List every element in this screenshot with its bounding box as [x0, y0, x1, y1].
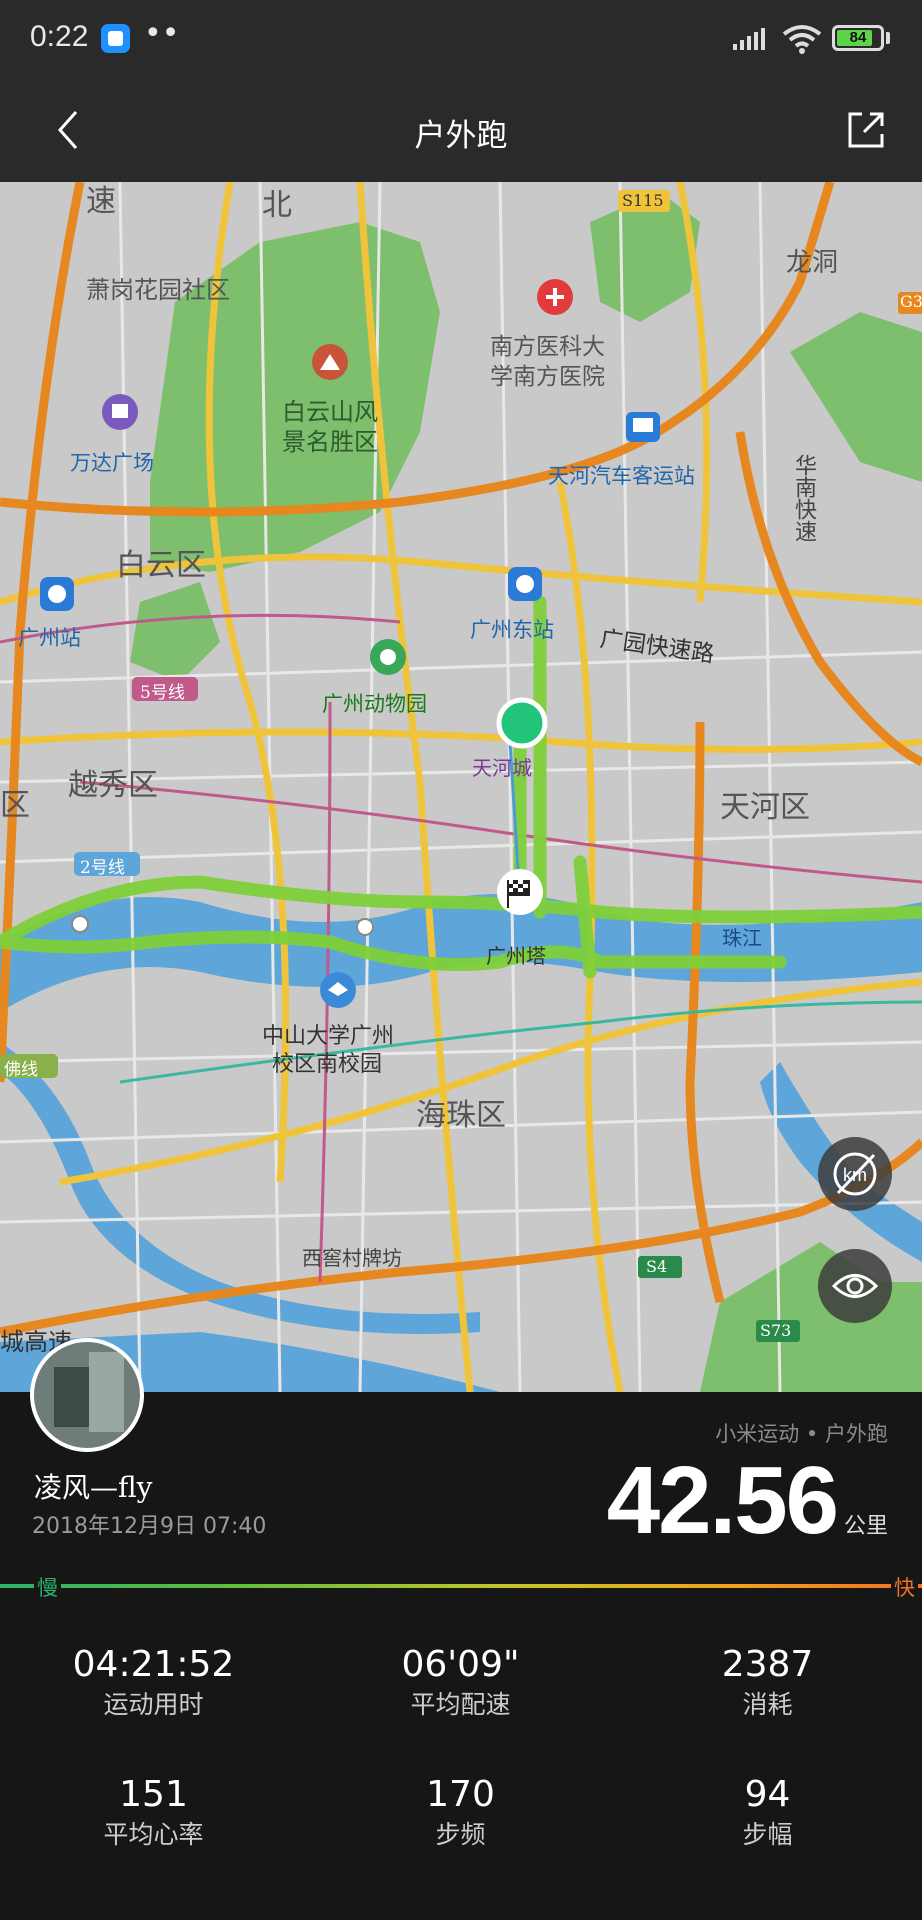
zoo-icon: [370, 639, 406, 675]
map-label: 广州站: [18, 626, 81, 650]
map-label: 速: [86, 184, 116, 219]
map-label: G3: [900, 292, 922, 311]
finish-flag-icon: [497, 869, 543, 915]
wifi-icon: [782, 25, 822, 54]
map-label: 北: [262, 188, 292, 223]
status-bar: 0:22 •• 84: [0, 0, 922, 80]
battery-icon: 84: [832, 25, 884, 51]
stat-label: 步幅: [742, 1820, 793, 1849]
stat-label: 运动用时: [103, 1690, 204, 1719]
stat-duration: 04:21:52 运动用时: [0, 1644, 307, 1721]
bus-station-icon: [626, 412, 660, 442]
stat-value: 151: [119, 1774, 188, 1815]
stat-label: 步频: [435, 1820, 486, 1849]
expressways: [0, 182, 922, 1337]
stat-cadence: 170 步频: [307, 1774, 614, 1851]
map-label: 龙洞: [786, 248, 839, 278]
park-area: [130, 582, 220, 682]
share-button[interactable]: [842, 106, 890, 154]
map-label: 万达广场: [70, 451, 154, 475]
map-label: 华南快速: [791, 454, 816, 542]
map-label: S4: [646, 1257, 668, 1276]
stat-avg-pace: 06'09" 平均配速: [307, 1644, 614, 1721]
username: 凌风—fly: [34, 1471, 153, 1504]
map-label: 西窖村牌坊: [302, 1246, 402, 1270]
app-notification-icon: [101, 24, 130, 53]
route-map[interactable]: 速 北 S115 龙洞 G3 萧岗花园社区 南方医科大 学南方医院 白云山风 景…: [0, 182, 922, 1392]
pace-fast-label: 快: [891, 1572, 918, 1602]
app-header: 户外跑: [0, 80, 922, 182]
stat-label: 平均配速: [410, 1690, 511, 1719]
stat-value: 04:21:52: [72, 1644, 235, 1685]
distance-value: 42.56: [606, 1447, 839, 1554]
map-label: 萧岗花园社区: [86, 276, 230, 304]
status-time: 0:22: [30, 20, 89, 53]
avatar[interactable]: [30, 1338, 144, 1452]
map-label: 广州塔: [486, 944, 546, 968]
map-label: 白云区: [116, 548, 206, 583]
stat-value: 06'09": [401, 1644, 520, 1685]
share-icon: [848, 112, 884, 148]
pace-legend: 慢 快: [0, 1572, 922, 1602]
map-label: 佛线: [4, 1060, 38, 1080]
pace-gradient-bar: [0, 1584, 922, 1588]
eye-icon: [831, 1274, 879, 1298]
stat-value: 170: [426, 1774, 495, 1815]
distance-unit: 公里: [843, 1514, 888, 1539]
start-marker: [496, 697, 548, 749]
activity-source: 小米运动 • 户外跑: [715, 1422, 888, 1446]
mall-icon: [102, 394, 138, 430]
stat-value: 2387: [721, 1644, 814, 1685]
km-toggle-icon: km: [833, 1152, 877, 1196]
map-label: S73: [760, 1321, 792, 1340]
map-label: 广州东站: [470, 618, 554, 642]
map-label: 海珠区: [416, 1098, 506, 1133]
map-label: S115: [622, 191, 664, 210]
status-dots: ••: [144, 16, 180, 51]
km-toggle-button[interactable]: km: [818, 1137, 892, 1211]
pace-slow-label: 慢: [34, 1572, 61, 1602]
scenic-icon: [312, 344, 348, 380]
map-label: 天河汽车客运站: [548, 464, 695, 488]
map-label: 学南方医院: [490, 364, 605, 390]
map-label: 区: [0, 788, 30, 823]
stat-label: 平均心率: [103, 1820, 204, 1849]
railway-icon: [508, 567, 542, 601]
signal-icon: [733, 28, 765, 50]
map-label: 校区南校园: [272, 1052, 383, 1077]
page-title: 户外跑: [414, 118, 508, 154]
map-label: 5号线: [140, 683, 185, 703]
stat-avg-heart-rate: 151 平均心率: [0, 1774, 307, 1851]
map-label: 天河区: [720, 790, 810, 825]
stat-value: 94: [744, 1774, 791, 1815]
map-label: 天河城: [472, 756, 532, 780]
stat-calories: 2387 消耗: [614, 1644, 921, 1721]
battery-text: 84: [849, 29, 867, 46]
railway-icon: [40, 577, 74, 611]
activity-datetime: 2018年12月9日 07:40: [32, 1514, 267, 1539]
map-label: 广州动物园: [322, 692, 427, 716]
stat-stride: 94 步幅: [614, 1774, 921, 1851]
metro-line-teal: [119, 1000, 922, 1084]
map-label: 南方医科大: [490, 334, 605, 360]
university-icon: [320, 972, 356, 1008]
eye-button[interactable]: [818, 1249, 892, 1323]
map-label: 越秀区: [68, 768, 158, 803]
stat-label: 消耗: [742, 1690, 793, 1719]
map-label: 2号线: [80, 858, 125, 878]
route-km-marker: [356, 918, 374, 936]
battery-tip: [886, 32, 890, 44]
map-label: 景名胜区: [282, 428, 378, 456]
hospital-icon: [537, 279, 573, 315]
route-km-marker: [71, 915, 89, 933]
map-label: 珠江: [722, 926, 762, 950]
